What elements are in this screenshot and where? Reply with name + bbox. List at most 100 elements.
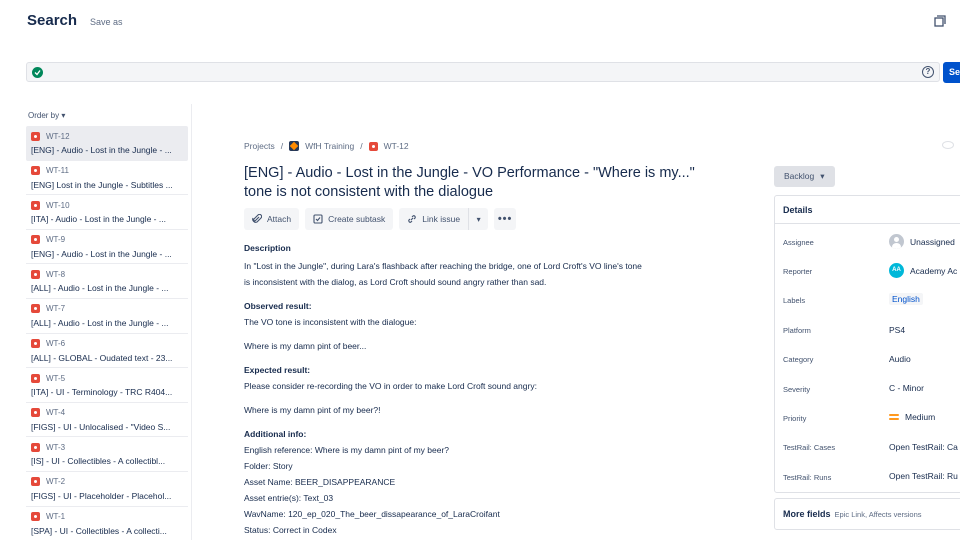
issue-key: WT-2 (46, 477, 66, 487)
labels-field[interactable]: English (889, 293, 923, 305)
bug-icon (368, 141, 378, 151)
more-actions-button[interactable]: ••• (494, 208, 517, 230)
chevron-down-icon: ▾ (61, 111, 66, 120)
description-text: The VO tone is inconsistent with the dia… (244, 317, 417, 327)
list-item[interactable]: WT-3 [IS] - UI - Collectibles - A collec… (26, 437, 188, 472)
watch-icon[interactable] (942, 141, 954, 149)
list-item[interactable]: WT-7 [ALL] - Audio - Lost in the Jungle … (26, 299, 188, 334)
link-icon (407, 214, 417, 226)
attach-button[interactable]: Attach (244, 208, 300, 230)
create-subtask-label: Create subtask (328, 214, 386, 224)
issue-actions: Attach Create subtask Link issue ▾ ••• (244, 208, 517, 230)
description-text: is inconsistent with the dialog, as Lord… (244, 277, 547, 287)
description-text: Where is my damn pint of beer... (244, 341, 367, 351)
list-item[interactable]: WT-12 [ENG] - Audio - Lost in the Jungle… (26, 126, 188, 161)
description-text: In "Lost in the Jungle", during Lara's f… (244, 261, 642, 271)
issue-key: WT-10 (46, 200, 70, 210)
reporter-value: Academy Ac (910, 265, 958, 276)
fullscreen-icon[interactable] (934, 15, 946, 27)
description-text: English reference: Where is my damn pint… (244, 445, 450, 455)
testrail-runs-link[interactable]: Open TestRail: Ru (889, 471, 958, 481)
save-as-link[interactable]: Save as (90, 17, 123, 27)
issue-key: WT-6 (46, 339, 66, 349)
description-text: Asset entrie(s): Text_03 (244, 493, 334, 503)
list-item[interactable]: WT-2 [FIGS] - UI - Placeholder - Placeho… (26, 472, 188, 507)
link-issue-label: Link issue (422, 214, 461, 224)
breadcrumb: Projects / WfH Training / WT-12 (244, 141, 409, 151)
description-text: Asset Name: BEER_DISAPPEARANCE (244, 477, 396, 487)
order-by-label: Order by (28, 111, 60, 120)
bug-icon (31, 408, 40, 418)
priority-field[interactable]: Medium (889, 412, 935, 422)
details-header[interactable]: Details (775, 196, 960, 224)
breadcrumb-projects[interactable]: Projects (244, 141, 275, 151)
breadcrumb-project[interactable]: WfH Training (305, 141, 354, 151)
list-item[interactable]: WT-4 [FIGS] - UI - Unlocalised - "Video … (26, 403, 188, 438)
issue-key: WT-1 (46, 512, 66, 522)
list-item[interactable]: WT-5 [ITA] - UI - Terminology - TRC R404… (26, 368, 188, 403)
severity-value[interactable]: C - Minor (889, 383, 924, 393)
issue-summary: [ITA] - UI - Terminology - TRC R404... (31, 387, 173, 398)
breadcrumb-issue[interactable]: WT-12 (384, 141, 409, 151)
issue-key: WT-9 (46, 235, 66, 245)
issue-summary: [ENG] - Audio - Lost in the Jungle - ... (31, 145, 172, 155)
more-fields-hint: Epic Link, Affects versions (834, 510, 922, 519)
link-issue-button[interactable]: Link issue (399, 208, 468, 230)
priority-medium-icon (889, 414, 899, 420)
bug-icon (31, 339, 40, 349)
testrail-cases-label: TestRail: Cases (783, 443, 836, 452)
list-item[interactable]: WT-9 [ENG] - Audio - Lost in the Jungle … (26, 230, 188, 265)
chevron-down-icon: ▾ (476, 214, 481, 224)
list-item[interactable]: WT-6 [ALL] - GLOBAL - Oudated text - 23.… (26, 334, 188, 369)
paperclip-icon (252, 213, 263, 226)
issue-list-sidebar: Order by ▾ WT-12 [ENG] - Audio - Lost in… (26, 104, 192, 540)
labels-label: Labels (783, 296, 806, 305)
details-panel: Details Assignee Unassigned Reporter AA … (774, 195, 960, 493)
bug-icon (31, 235, 40, 245)
testrail-cases-link[interactable]: Open TestRail: Ca (889, 442, 958, 452)
bug-icon (31, 166, 40, 176)
issue-summary: [ENG] Lost in the Jungle - Subtitles ... (31, 179, 173, 190)
attach-label: Attach (267, 214, 292, 224)
list-item[interactable]: WT-11 [ENG] Lost in the Jungle - Subtitl… (26, 161, 188, 196)
reporter-field[interactable]: AA Academy Ac (889, 263, 957, 278)
help-icon[interactable]: ? (922, 66, 934, 78)
avatar: AA (889, 263, 904, 278)
bug-icon (31, 373, 40, 383)
testrail-runs-label: TestRail: Runs (783, 473, 832, 482)
assignee-field[interactable]: Unassigned (889, 234, 955, 249)
bug-icon (31, 442, 40, 452)
description-text: Please consider re-recording the VO in o… (244, 381, 537, 391)
issue-summary: [SPA] - UI - Collectibles - A collecti..… (31, 525, 167, 536)
issue-summary: [ENG] - Audio - Lost in the Jungle - ... (31, 248, 172, 259)
list-item[interactable]: WT-10 [ITA] - Audio - Lost in the Jungle… (26, 195, 188, 230)
list-item[interactable]: WT-8 [ALL] - Audio - Lost in the Jungle … (26, 264, 188, 299)
platform-value[interactable]: PS4 (889, 325, 905, 335)
link-issue-group: Link issue ▾ (399, 208, 489, 230)
issue-title[interactable]: [ENG] - Audio - Lost in the Jungle - VO … (244, 164, 724, 202)
jql-search-input[interactable]: ? (26, 62, 940, 82)
description-heading: Description (244, 243, 291, 253)
category-label: Category (783, 355, 814, 364)
issue-summary: [ALL] - GLOBAL - Oudated text - 23... (31, 352, 173, 363)
issue-summary: [ALL] - Audio - Lost in the Jungle - ... (31, 283, 169, 294)
check-icon (32, 67, 43, 78)
breadcrumb-separator: / (280, 141, 284, 151)
breadcrumb-separator: / (360, 141, 363, 151)
priority-label: Priority (783, 414, 807, 423)
create-subtask-button[interactable]: Create subtask (305, 208, 394, 230)
status-dropdown[interactable]: Backlog ▾ (774, 166, 835, 187)
list-item[interactable]: WT-1 [SPA] - UI - Collectibles - A colle… (26, 507, 188, 540)
search-button[interactable]: Se (943, 62, 960, 83)
issue-key: WT-12 (46, 131, 70, 141)
category-value[interactable]: Audio (889, 354, 911, 364)
issue-summary: [ITA] - Audio - Lost in the Jungle - ... (31, 214, 166, 225)
more-fields-toggle[interactable]: More fields Epic Link, Affects versions (774, 498, 960, 530)
page-title: Search (27, 12, 78, 29)
observed-heading: Observed result: (244, 301, 312, 311)
order-by-dropdown[interactable]: Order by ▾ (28, 111, 65, 120)
bug-icon (31, 304, 40, 314)
label-chip[interactable]: English (889, 293, 923, 305)
severity-label: Severity (783, 385, 811, 394)
link-issue-dropdown[interactable]: ▾ (468, 208, 488, 230)
